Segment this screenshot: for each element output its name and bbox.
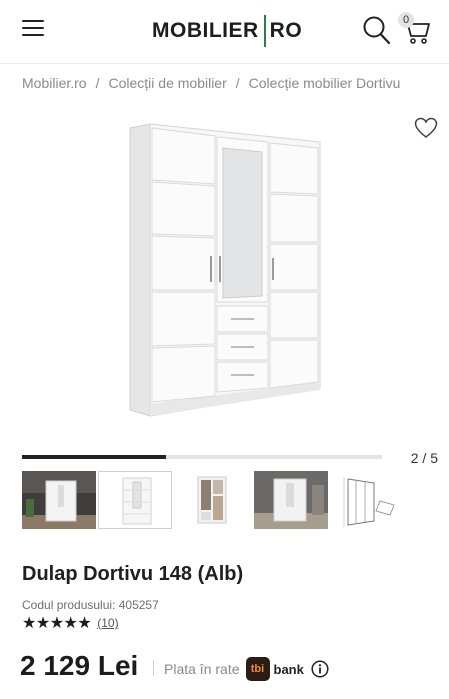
site-logo[interactable]: MOBILIER RO [152, 14, 302, 48]
breadcrumb-item-collections[interactable]: Colecții de mobilier [108, 75, 226, 91]
bank-label: bank [273, 661, 304, 677]
product-title: Dulap Dortivu 148 (Alb) [22, 563, 244, 585]
breadcrumb-item-home[interactable]: Mobilier.ro [22, 75, 87, 91]
price-divider [153, 660, 154, 676]
gallery-progress-fill [22, 455, 166, 459]
product-code: Codul produsului: 405257 [22, 598, 159, 612]
gallery-thumbnails [22, 471, 442, 531]
cart-icon[interactable]: 0 [397, 12, 431, 46]
installment-label: Plata în rate [164, 661, 240, 677]
breadcrumb: Mobilier.ro / Colecții de mobilier / Colecți… [22, 75, 400, 91]
gallery-counter: 2 / 5 [410, 450, 438, 466]
rating-stars: ★★★★★ [22, 615, 92, 632]
review-count-link[interactable]: (10) [97, 616, 118, 630]
search-icon[interactable] [362, 14, 392, 46]
thumbnail-3[interactable] [174, 471, 248, 529]
info-icon[interactable] [311, 660, 329, 678]
logo-text-right: RO [269, 19, 303, 42]
breadcrumb-separator: / [95, 75, 100, 91]
product-rating[interactable]: ★★★★★ (10) [22, 613, 119, 633]
site-header: MOBILIER RO 0 [0, 0, 449, 64]
logo-divider [263, 15, 266, 47]
cart-count-badge: 0 [398, 12, 414, 28]
thumbnail-5[interactable] [334, 471, 408, 529]
product-price: 2 129 Lei [20, 650, 139, 681]
thumbnail-1[interactable] [22, 471, 96, 529]
tbi-bank-logo: tbi [245, 657, 270, 681]
gallery-progress-bar [22, 455, 382, 459]
installment-info: Plata în rate tbi bank [164, 657, 329, 681]
thumbnail-2[interactable] [98, 471, 172, 529]
thumbnail-4[interactable] [254, 471, 328, 529]
menu-icon[interactable] [22, 20, 44, 38]
breadcrumb-separator: / [235, 75, 240, 91]
heart-icon[interactable] [414, 117, 438, 139]
product-main-image[interactable] [120, 120, 330, 420]
logo-text-left: MOBILIER [152, 19, 259, 42]
breadcrumb-item-collection[interactable]: Colecție mobilier Dortivu [249, 75, 401, 91]
